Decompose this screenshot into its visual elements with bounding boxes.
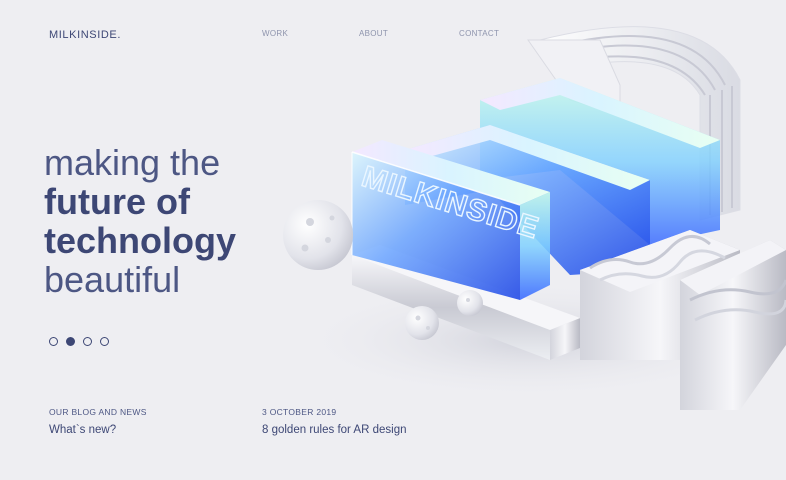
logo-link[interactable]: MILKINSIDE. [49, 29, 121, 41]
blog-section-label: OUR BLOG AND NEWS [49, 407, 147, 417]
slider-dot-2[interactable] [66, 337, 75, 346]
slider-dot-4[interactable] [100, 337, 109, 346]
hero-line-3: technology [44, 220, 237, 261]
hero-headline: making the future of technology beautifu… [44, 143, 236, 299]
hero-line-2: future of [44, 181, 190, 222]
slider-dot-3[interactable] [83, 337, 92, 346]
hero-3d-artwork: MILKINSIDE [270, 0, 786, 480]
slider-dots [49, 337, 109, 346]
slider-dot-1[interactable] [49, 337, 58, 346]
hero-line-4: beautiful [44, 259, 181, 300]
post-date: 3 OCTOBER 2019 [262, 407, 337, 417]
post-title-link[interactable]: 8 golden rules for AR design [262, 424, 406, 436]
blog-link[interactable]: What`s new? [49, 424, 116, 436]
hero-line-1: making the [44, 142, 221, 183]
